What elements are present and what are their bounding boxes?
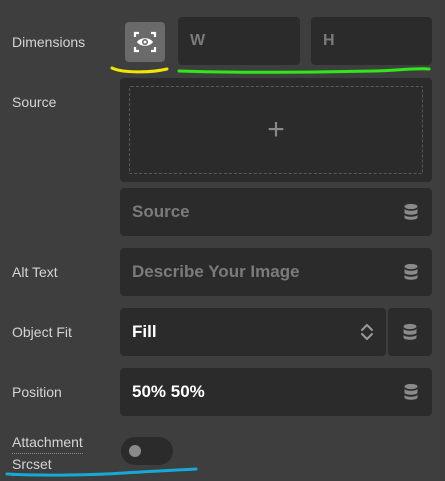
yellow-highlight-stroke [110, 66, 169, 74]
blue-highlight-stroke [5, 467, 198, 477]
chevron-up-down-icon [361, 324, 373, 340]
attachment-label-line1: Attachment [12, 432, 83, 454]
database-icon[interactable] [404, 383, 418, 401]
height-placeholder: H [323, 32, 335, 49]
height-input[interactable]: H [311, 17, 432, 65]
green-highlight-stroke [177, 67, 431, 74]
dimensions-label: Dimensions [12, 34, 86, 50]
database-icon [403, 323, 417, 340]
eye-focus-icon [133, 31, 157, 53]
alt-text-input[interactable]: Describe Your Image [120, 248, 432, 296]
position-value: 50% 50% [132, 382, 205, 401]
dropzone-border: + [129, 86, 423, 174]
position-input[interactable]: 50% 50% [120, 368, 432, 416]
object-fit-label: Object Fit [12, 324, 72, 340]
database-icon[interactable] [404, 203, 418, 221]
preview-toggle-button[interactable] [125, 22, 165, 62]
select-chevron [352, 308, 382, 356]
object-fit-select[interactable]: Fill [120, 308, 386, 356]
alt-text-label: Alt Text [12, 264, 58, 280]
alt-text-placeholder: Describe Your Image [132, 262, 300, 281]
width-input[interactable]: W [178, 17, 300, 65]
image-upload-dropzone[interactable]: + [120, 78, 432, 182]
plus-icon: + [267, 113, 285, 146]
position-label: Position [12, 384, 62, 400]
source-input[interactable]: Source [120, 188, 432, 236]
object-fit-value: Fill [132, 322, 157, 341]
source-placeholder: Source [132, 202, 190, 221]
source-label: Source [12, 94, 57, 110]
object-fit-dynamic-button[interactable] [388, 308, 432, 356]
database-icon[interactable] [404, 263, 418, 281]
width-placeholder: W [190, 32, 206, 49]
attachment-srcset-toggle[interactable] [121, 437, 173, 465]
toggle-knob [129, 445, 141, 457]
